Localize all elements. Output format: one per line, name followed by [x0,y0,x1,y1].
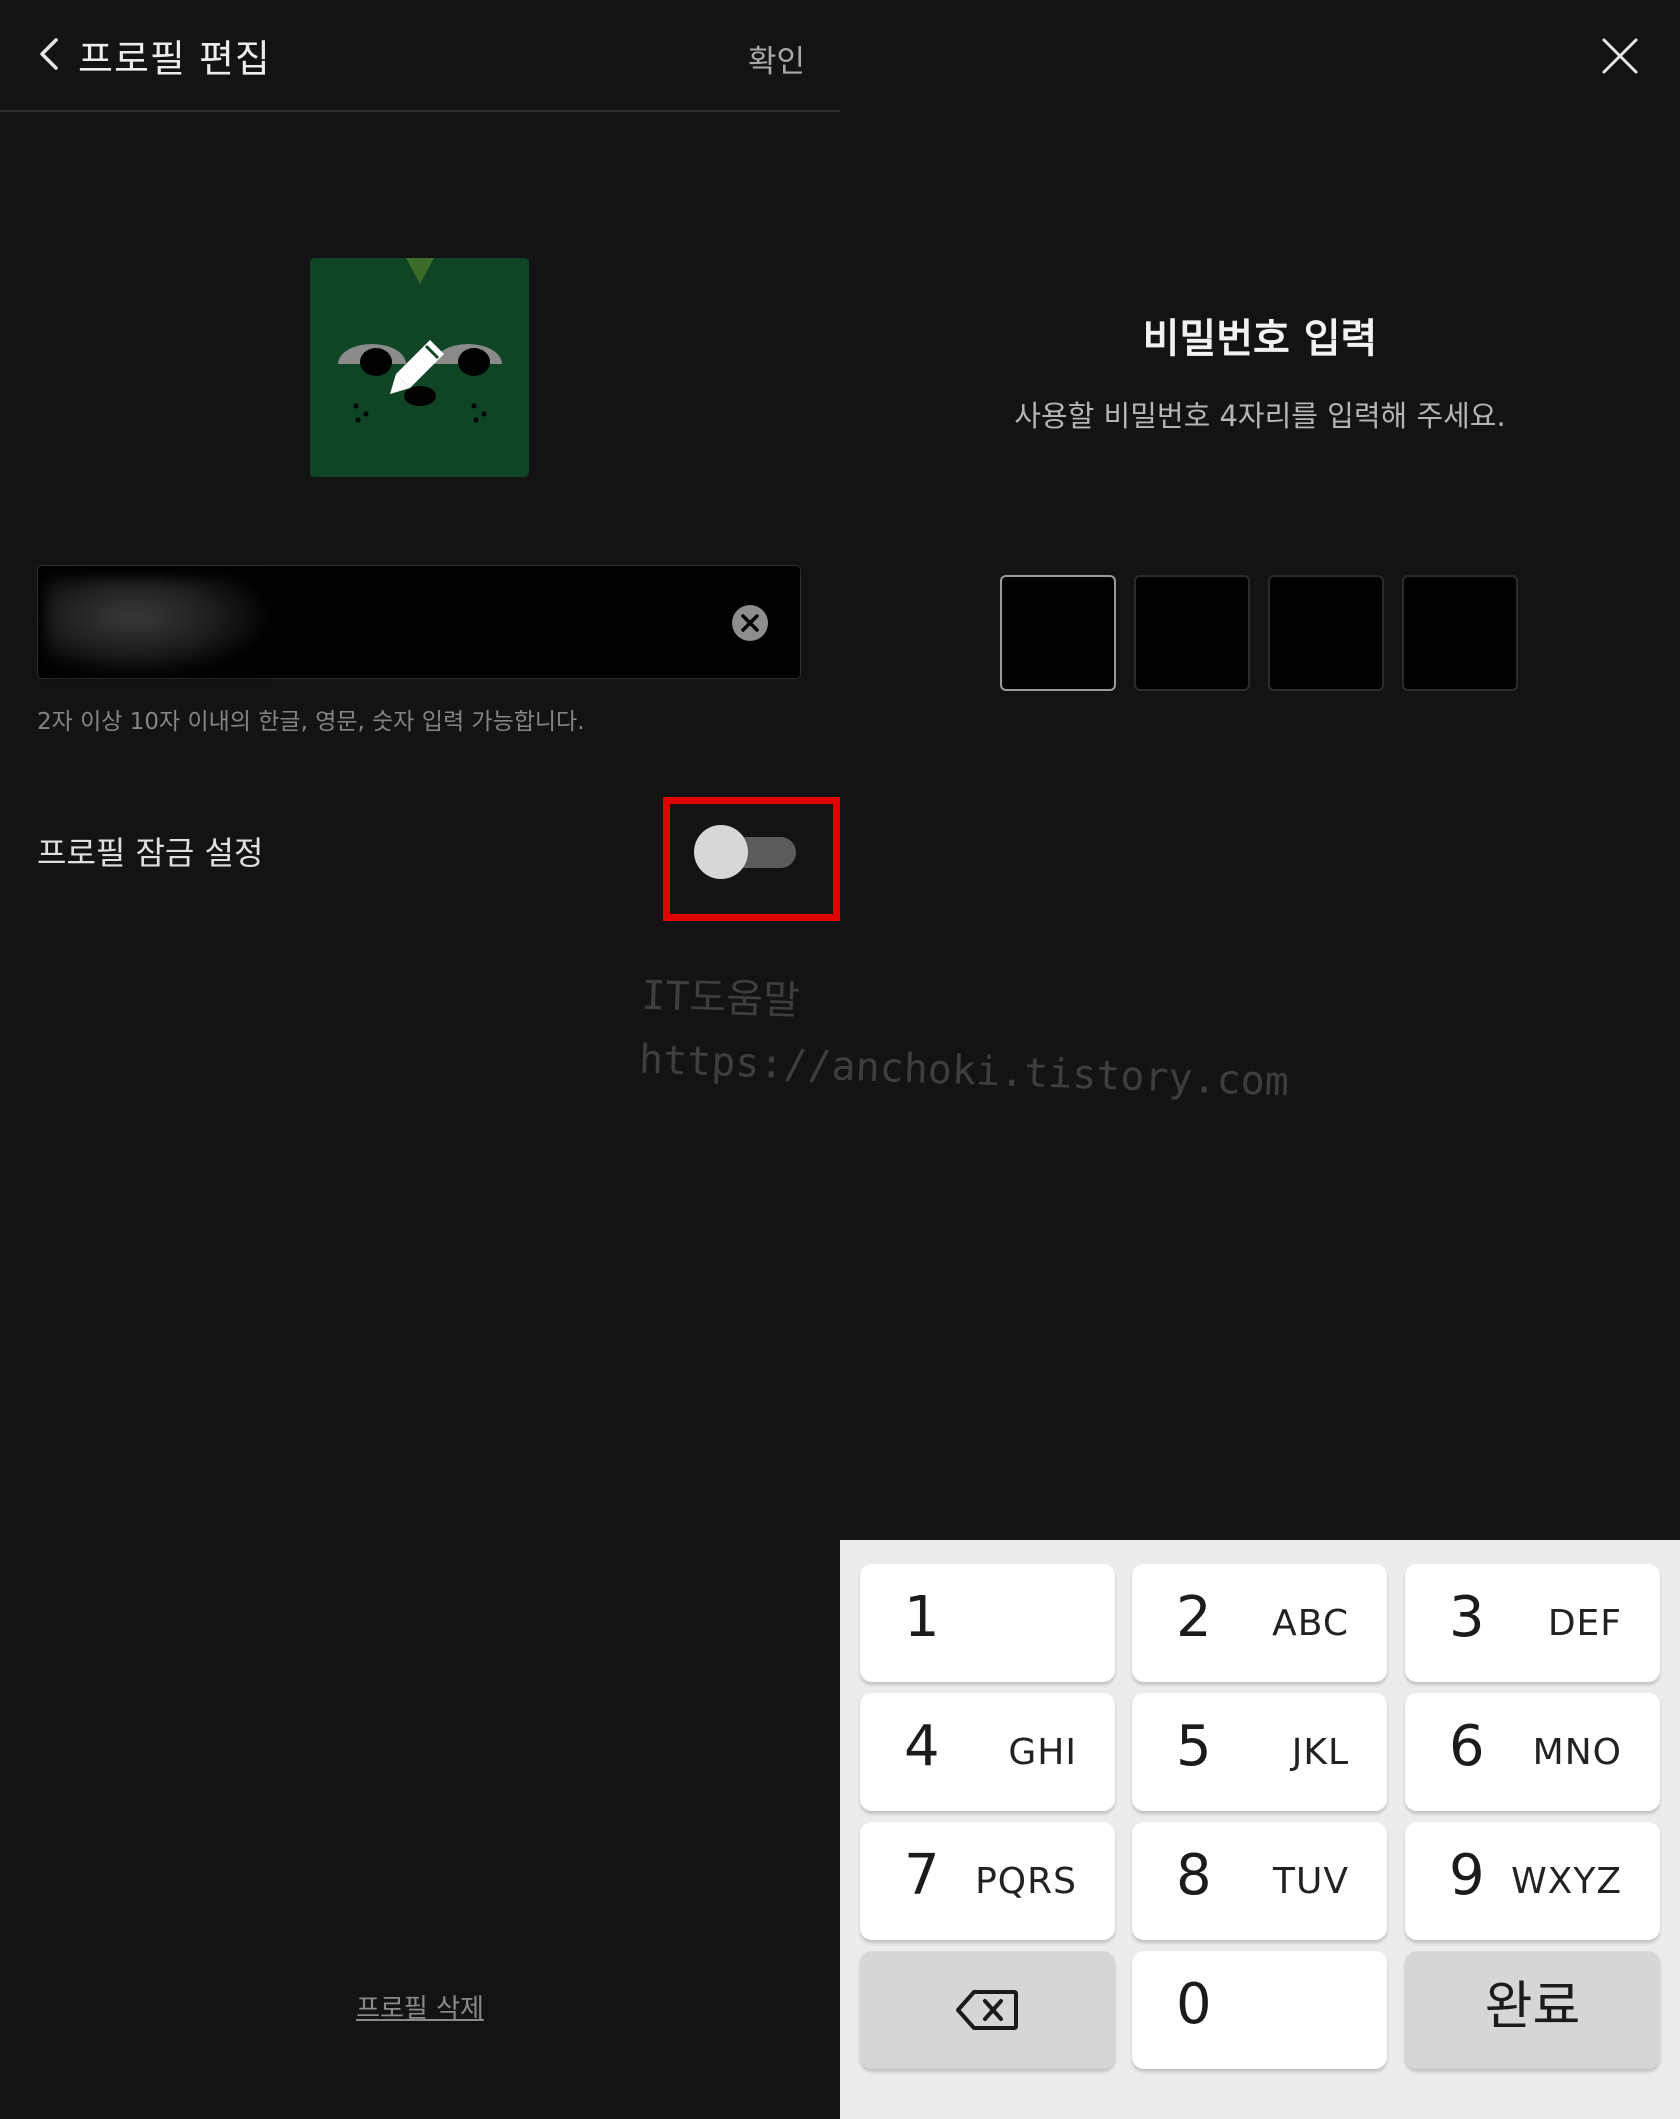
key-7[interactable]: 7 PQRS [860,1822,1115,1940]
key-3[interactable]: 3 DEF [1405,1564,1660,1682]
key-number: 1 [904,1585,940,1650]
key-letters: ABC [1272,1603,1349,1644]
key-number: 2 [1176,1585,1212,1650]
profile-avatar[interactable] [310,258,529,477]
key-2[interactable]: 2 ABC [1132,1564,1387,1682]
key-number: 0 [1176,1972,1212,2037]
edit-pencil-icon [390,340,444,394]
key-4[interactable]: 4 GHI [860,1693,1115,1811]
key-letters: TUV [1273,1861,1349,1902]
key-number: 5 [1176,1714,1212,1779]
key-1[interactable]: 1 [860,1564,1115,1682]
password-title: 비밀번호 입력 [1142,316,1378,362]
delete-profile-link-row: 프로필 삭제 [0,1988,840,2025]
profile-name-input[interactable] [37,565,801,679]
key-0[interactable]: 0 [1132,1951,1387,2069]
key-letters: GHI [1008,1732,1077,1773]
key-number: 7 [904,1843,940,1908]
key-letters: DEF [1547,1603,1622,1644]
key-letters: WXYZ [1511,1861,1622,1902]
name-value-blurred [46,578,266,674]
back-arrow-icon[interactable] [30,34,70,74]
pin-digit-1[interactable] [1000,575,1116,691]
page-title: 프로필 편집 [78,37,271,81]
backspace-key[interactable] [860,1951,1115,2069]
pin-digit-3[interactable] [1268,575,1384,691]
key-number: 4 [904,1714,940,1779]
key-number: 3 [1449,1585,1485,1650]
key-number: 9 [1449,1843,1485,1908]
key-letters: JKL [1291,1732,1349,1773]
key-number: 6 [1449,1714,1485,1779]
delete-profile-link[interactable]: 프로필 삭제 [356,1994,484,2024]
key-6[interactable]: 6 MNO [1405,1693,1660,1811]
key-9[interactable]: 9 WXYZ [1405,1822,1660,1940]
profile-lock-label: 프로필 잠금 설정 [37,834,264,872]
close-icon[interactable] [1600,36,1640,76]
pin-digit-2[interactable] [1134,575,1250,691]
key-5[interactable]: 5 JKL [1132,1693,1387,1811]
numeric-keypad: 1 2 ABC 3 DEF 4 GHI 5 JKL 6 MNO 7 PQRS 8 [840,1540,1680,2119]
key-number: 8 [1176,1843,1212,1908]
top-bar: 프로필 편집 확인 [0,0,840,112]
password-subtitle: 사용할 비밀번호 4자리를 입력해 주세요. [1014,399,1506,433]
watermark: IT도움말 https://anchoki.tistory.com [638,964,1292,1115]
backspace-icon [956,1990,1018,2030]
done-key[interactable]: 완료 [1405,1951,1660,2069]
clear-input-icon[interactable] [731,604,769,642]
confirm-button[interactable]: 확인 [748,36,805,81]
toggle-knob [694,825,748,879]
key-8[interactable]: 8 TUV [1132,1822,1387,1940]
pin-digit-4[interactable] [1402,575,1518,691]
name-helper-text: 2자 이상 10자 이내의 한글, 영문, 숫자 입력 가능합니다. [37,709,585,735]
key-letters: MNO [1532,1732,1622,1773]
key-letters: PQRS [975,1861,1077,1902]
profile-lock-toggle[interactable] [694,825,802,879]
done-label: 완료 [1484,1977,1581,2037]
